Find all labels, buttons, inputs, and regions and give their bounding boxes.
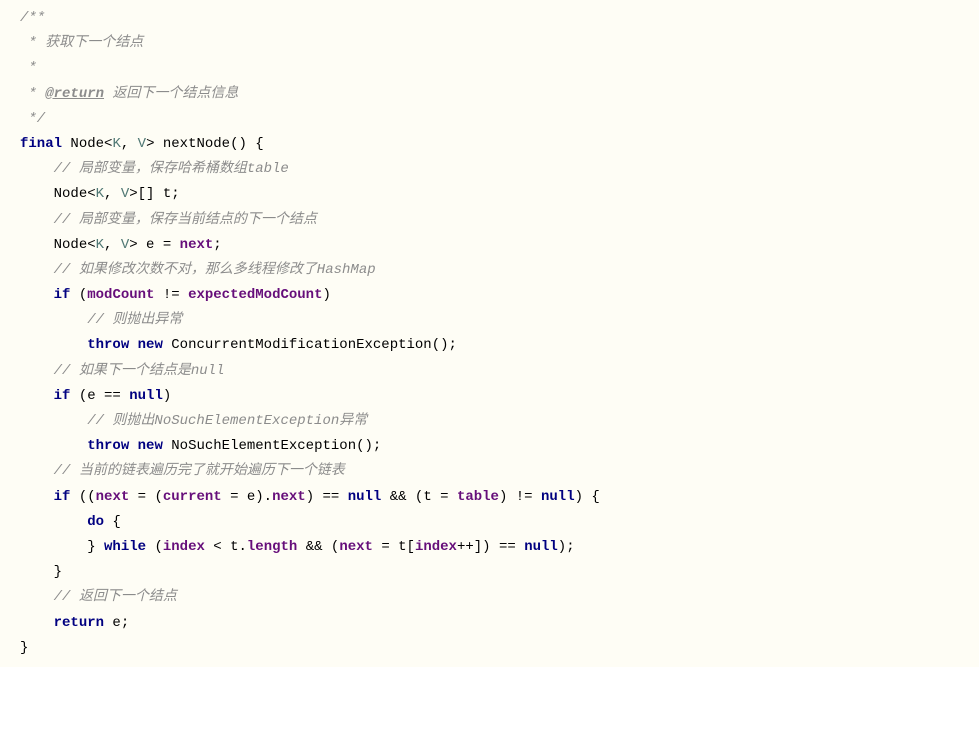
javadoc-line: */ [20,111,45,127]
javadoc-line: * @return 返回下一个结点信息 [20,86,238,102]
while-statement: } while (index < t.length && (next = t[i… [87,539,574,555]
javadoc-line: * [20,60,37,76]
code-pre: /** * 获取下一个结点 * * @return 返回下一个结点信息 */ f… [0,6,979,661]
throw-statement: throw new ConcurrentModificationExceptio… [87,337,457,353]
comment-line: // 如果下一个结点是null [54,363,225,379]
javadoc-line: /** [20,10,45,26]
if-statement: if (e == null) [54,388,172,404]
throw-statement: throw new NoSuchElementException(); [87,438,381,454]
comment-line: // 返回下一个结点 [54,589,177,605]
method-signature: final Node<K, V> nextNode() { [20,136,264,152]
javadoc-return-tag: @return [45,86,104,102]
javadoc-line: * 获取下一个结点 [20,35,143,51]
comment-line: // 则抛出异常 [87,312,182,328]
brace: } [20,640,28,656]
code-block: /** * 获取下一个结点 * * @return 返回下一个结点信息 */ f… [0,0,979,667]
comment-line: // 当前的链表遍历完了就开始遍历下一个链表 [54,463,345,479]
var-decl: Node<K, V> e = next; [54,237,222,253]
do-statement: do { [87,514,121,530]
brace: } [54,564,62,580]
var-decl: Node<K, V>[] t; [54,186,180,202]
comment-line: // 局部变量，保存当前结点的下一个结点 [54,212,317,228]
comment-line: // 如果修改次数不对，那么多线程修改了HashMap [54,262,376,278]
if-statement: if ((next = (current = e).next) == null … [54,489,600,505]
comment-line: // 则抛出NoSuchElementException异常 [87,413,367,429]
if-statement: if (modCount != expectedModCount) [54,287,331,303]
return-statement: return e; [54,615,130,631]
comment-line: // 局部变量，保存哈希桶数组table [54,161,289,177]
